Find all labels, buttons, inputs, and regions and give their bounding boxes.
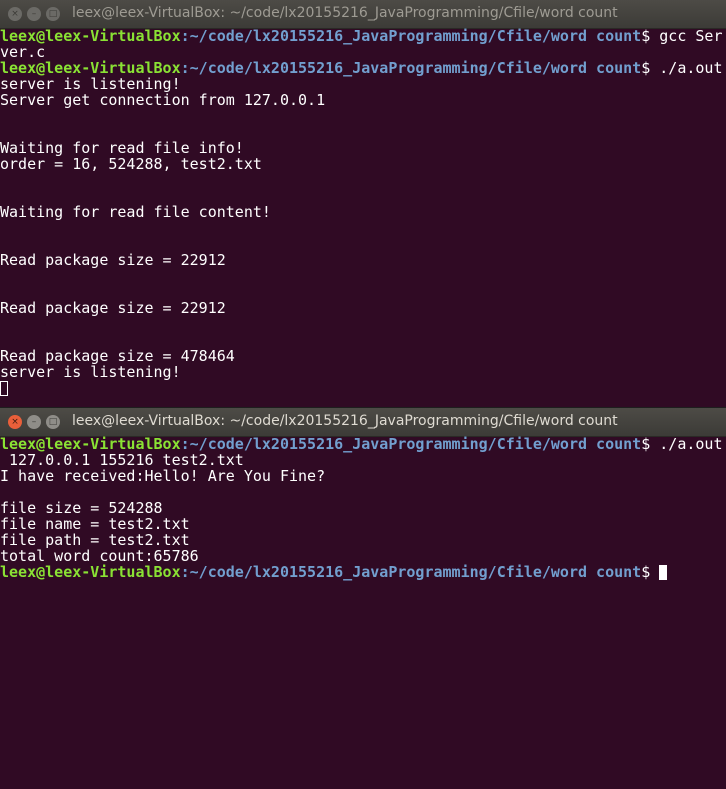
close-button[interactable]: × [8,7,22,21]
minimize-button[interactable]: – [27,7,41,21]
output-line: 127.0.0.1 155216 test2.txt [0,451,244,469]
client-terminal-window[interactable]: × – □ leex@leex-VirtualBox: ~/code/lx201… [0,407,726,789]
prompt-line: leex@leex-VirtualBox:~/code/lx20155216_J… [0,60,726,76]
prompt-path: :~/code/lx20155216_JavaProgramming/Cfile… [180,435,642,453]
maximize-button[interactable]: □ [46,415,60,429]
output-line: file size = 524288 [0,499,163,517]
title-bar[interactable]: × – □ leex@leex-VirtualBox: ~/code/lx201… [0,0,726,29]
prompt-line: leex@leex-VirtualBox:~/code/lx20155216_J… [0,564,726,580]
output-line: Server get connection from 127.0.0.1 [0,91,326,109]
text-cursor [0,381,8,396]
window-title: leex@leex-VirtualBox: ~/code/lx20155216_… [72,413,618,429]
output-line: total word count:65786 [0,547,199,565]
prompt-line: leex@leex-VirtualBox:~/code/lx20155216_J… [0,436,726,452]
close-button[interactable]: × [8,415,22,429]
command-text: $ gcc Ser [641,27,723,45]
terminal-output[interactable]: leex@leex-VirtualBox:~/code/lx20155216_J… [0,436,726,580]
command-text: $ [641,563,660,581]
prompt-path: :~/code/lx20155216_JavaProgramming/Cfile… [180,27,642,45]
output-line: Read package size = 22912 [0,299,226,317]
output-line: Waiting for read file content! [0,203,271,221]
prompt-user: leex@leex-VirtualBox [0,563,181,581]
terminal-output[interactable]: leex@leex-VirtualBox:~/code/lx20155216_J… [0,28,726,396]
prompt-line: leex@leex-VirtualBox:~/code/lx20155216_J… [0,28,726,44]
output-line: I have received:Hello! Are You Fine? [0,467,326,485]
maximize-button[interactable]: □ [46,7,60,21]
output-line: Read package size = 22912 [0,251,226,269]
prompt-path: :~/code/lx20155216_JavaProgramming/Cfile… [180,59,642,77]
output-line: order = 16, 524288, test2.txt [0,155,262,173]
output-line: file path = test2.txt [0,531,190,549]
prompt-path: :~/code/lx20155216_JavaProgramming/Cfile… [180,563,642,581]
minimize-button[interactable]: – [27,415,41,429]
command-text: $ ./a.out [641,59,723,77]
output-line: Waiting for read file info! [0,139,244,157]
output-line: server is listening! [0,363,181,381]
output-line: ver.c [0,43,46,61]
output-line: file name = test2.txt [0,515,190,533]
title-bar[interactable]: × – □ leex@leex-VirtualBox: ~/code/lx201… [0,408,726,437]
window-title: leex@leex-VirtualBox: ~/code/lx20155216_… [72,5,618,21]
server-terminal-window[interactable]: × – □ leex@leex-VirtualBox: ~/code/lx201… [0,0,726,406]
command-text: $ ./a.out [641,435,723,453]
output-line: Read package size = 478464 [0,347,235,365]
text-cursor [659,565,668,580]
output-line: server is listening! [0,75,181,93]
